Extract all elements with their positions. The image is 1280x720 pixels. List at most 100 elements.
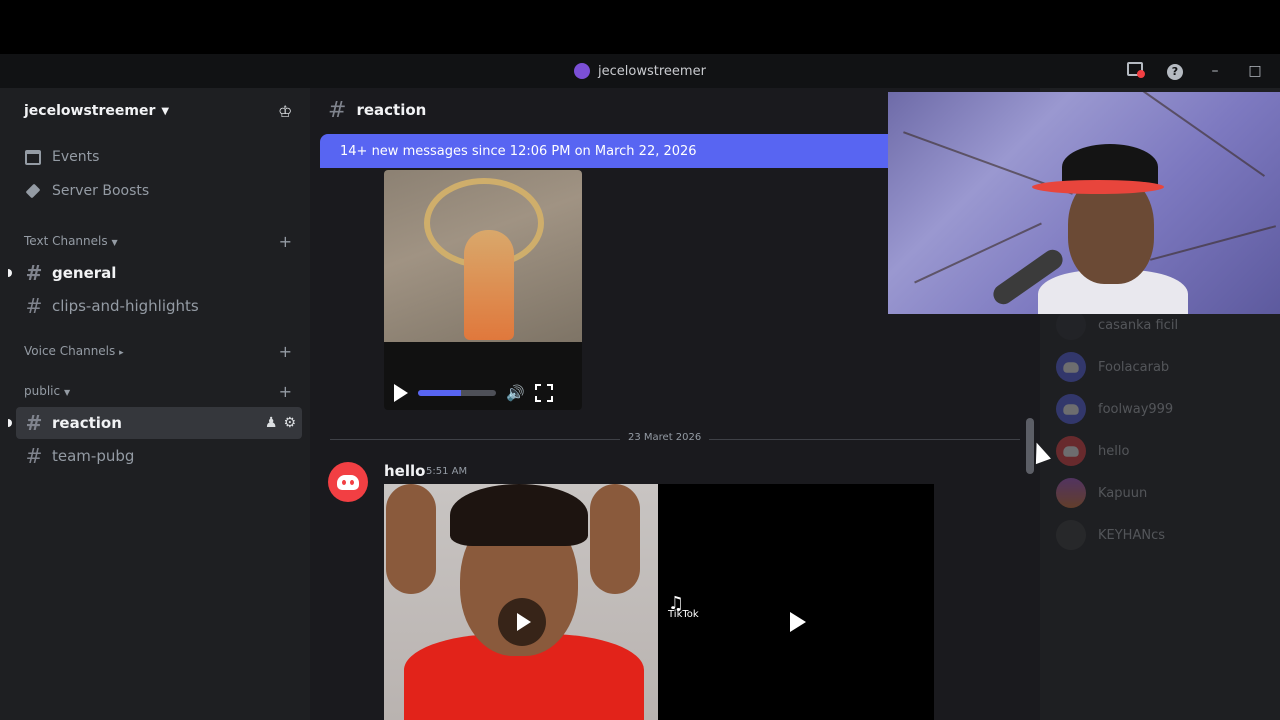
hash-icon: #: [25, 411, 43, 435]
webcam-overlay: [888, 92, 1280, 314]
member-name: Foolacarab: [1098, 359, 1170, 375]
member-name: foolway999: [1098, 401, 1174, 417]
discord-logo-icon: [1063, 403, 1079, 415]
channel-reaction[interactable]: # reaction ♟ ⚙: [8, 407, 302, 439]
window-title-text: jecelowstreemer: [598, 63, 706, 79]
play-button[interactable]: [498, 598, 546, 646]
inbox-button[interactable]: [1126, 62, 1145, 80]
chevron-down-icon: ▼: [63, 388, 71, 397]
member-name: Kapuun: [1098, 485, 1148, 501]
play-icon: [790, 612, 806, 632]
category-voice-channels[interactable]: Voice Channels ▸ +: [0, 336, 310, 366]
video-embed-preview[interactable]: [384, 484, 658, 720]
channel-header-title: reaction: [356, 101, 427, 119]
tiktok-icon: ♫: [668, 593, 685, 614]
channel-clips-and-highlights[interactable]: # clips-and-highlights: [16, 290, 302, 322]
tiktok-label: TikTok: [668, 609, 699, 620]
category-label: Voice Channels: [24, 344, 116, 358]
member-name: KEYHANcs: [1098, 527, 1165, 543]
unread-indicator: [8, 269, 12, 277]
member-name: casanka ficil: [1098, 317, 1179, 333]
titlebar-actions: ? – □: [1126, 62, 1264, 80]
play-button[interactable]: [790, 612, 806, 632]
hash-icon: #: [25, 444, 43, 468]
avatar: [1056, 352, 1086, 382]
chevron-right-icon: ▸: [119, 348, 124, 358]
discord-logo-icon: [1063, 361, 1079, 373]
channel-actions: ♟ ⚙: [265, 415, 296, 431]
channel-label: clips-and-highlights: [52, 297, 199, 315]
category-public[interactable]: public ▼ +: [0, 376, 310, 406]
video-controls: 🔊: [384, 376, 582, 410]
message-timestamp: 5:51 AM: [426, 466, 468, 477]
create-channel-icon[interactable]: +: [279, 382, 292, 401]
tiktok-embed[interactable]: ♫ TikTok: [658, 484, 934, 720]
chevron-down-icon: ▼: [111, 238, 118, 247]
server-name-text: jecelowstreemer: [24, 103, 156, 119]
title-bar: jecelowstreemer ? – □: [0, 54, 1280, 88]
new-messages-banner[interactable]: 14+ new messages since 12:06 PM on March…: [320, 134, 900, 168]
avatar: [1056, 310, 1086, 340]
create-channel-icon[interactable]: +: [279, 232, 292, 251]
video-thumbnail: [384, 170, 582, 342]
video-progress-fill: [418, 390, 461, 396]
hash-icon: #: [25, 261, 43, 285]
hash-icon: #: [25, 294, 43, 318]
tiktok-watermark: ♫ TikTok: [668, 593, 699, 621]
discord-logo-icon: [1063, 445, 1079, 457]
volume-icon[interactable]: 🔊: [506, 384, 525, 402]
play-icon[interactable]: [394, 384, 408, 402]
avatar: [1056, 520, 1086, 550]
member-item[interactable]: foolway999: [1056, 392, 1173, 426]
member-item[interactable]: Foolacarab: [1056, 350, 1169, 384]
streamer-figure: [1032, 144, 1188, 314]
message-author[interactable]: hello: [384, 462, 425, 480]
gear-icon[interactable]: ⚙: [283, 415, 296, 431]
channel-team-pubg[interactable]: # team-pubg: [16, 440, 302, 472]
member-item[interactable]: KEYHANcs: [1056, 518, 1165, 552]
channel-label: general: [52, 264, 117, 282]
category-text-channels[interactable]: Text Channels ▼ +: [0, 226, 310, 256]
minimize-button[interactable]: –: [1206, 62, 1224, 80]
avatar: [1056, 394, 1086, 424]
server-icon: [574, 63, 591, 79]
fullscreen-icon[interactable]: [534, 384, 553, 402]
avatar[interactable]: [328, 462, 368, 502]
server-header[interactable]: jecelowstreemer ▼ ♔: [0, 88, 310, 134]
member-item[interactable]: hello: [1056, 434, 1129, 468]
nav-item-events[interactable]: Events: [0, 140, 310, 174]
nav-item-server-boosts[interactable]: Server Boosts: [0, 174, 310, 208]
help-button[interactable]: ?: [1166, 62, 1184, 80]
date-divider: 23 Maret 2026: [620, 432, 710, 443]
member-name: hello: [1098, 443, 1130, 459]
channel-label: reaction: [52, 414, 122, 432]
channel-general[interactable]: # general: [8, 257, 302, 289]
category-label: public: [24, 384, 61, 398]
selected-indicator: [8, 419, 12, 427]
create-channel-icon[interactable]: +: [279, 342, 292, 361]
top-black-bar: [0, 0, 1280, 54]
calendar-icon: [24, 148, 42, 166]
category-label: Text Channels: [24, 234, 108, 248]
invite-people-icon[interactable]: ♔: [278, 102, 296, 121]
nav-item-label: Server Boosts: [52, 183, 150, 199]
video-progress-bar[interactable]: [418, 390, 496, 396]
invite-icon[interactable]: ♟: [265, 415, 278, 431]
help-icon: ?: [1167, 64, 1183, 80]
discord-logo-icon: [337, 474, 359, 490]
play-icon: [517, 613, 531, 631]
hash-icon: #: [328, 97, 347, 123]
maximize-button[interactable]: □: [1246, 62, 1264, 80]
video-attachment[interactable]: 🔊: [384, 170, 582, 410]
server-name[interactable]: jecelowstreemer ▼: [24, 103, 169, 119]
channel-label: team-pubg: [52, 447, 135, 465]
new-messages-text: 14+ new messages since 12:06 PM on March…: [340, 143, 697, 159]
member-item[interactable]: Kapuun: [1056, 476, 1147, 510]
inbox-icon: [1127, 62, 1145, 78]
window-title: jecelowstreemer: [574, 63, 706, 79]
channel-sidebar: jecelowstreemer ▼ ♔ Events Server Boosts …: [0, 88, 310, 720]
chevron-down-icon: ▼: [161, 105, 170, 117]
nav-item-label: Events: [52, 149, 100, 165]
avatar: [1056, 478, 1086, 508]
avatar: [1056, 436, 1086, 466]
